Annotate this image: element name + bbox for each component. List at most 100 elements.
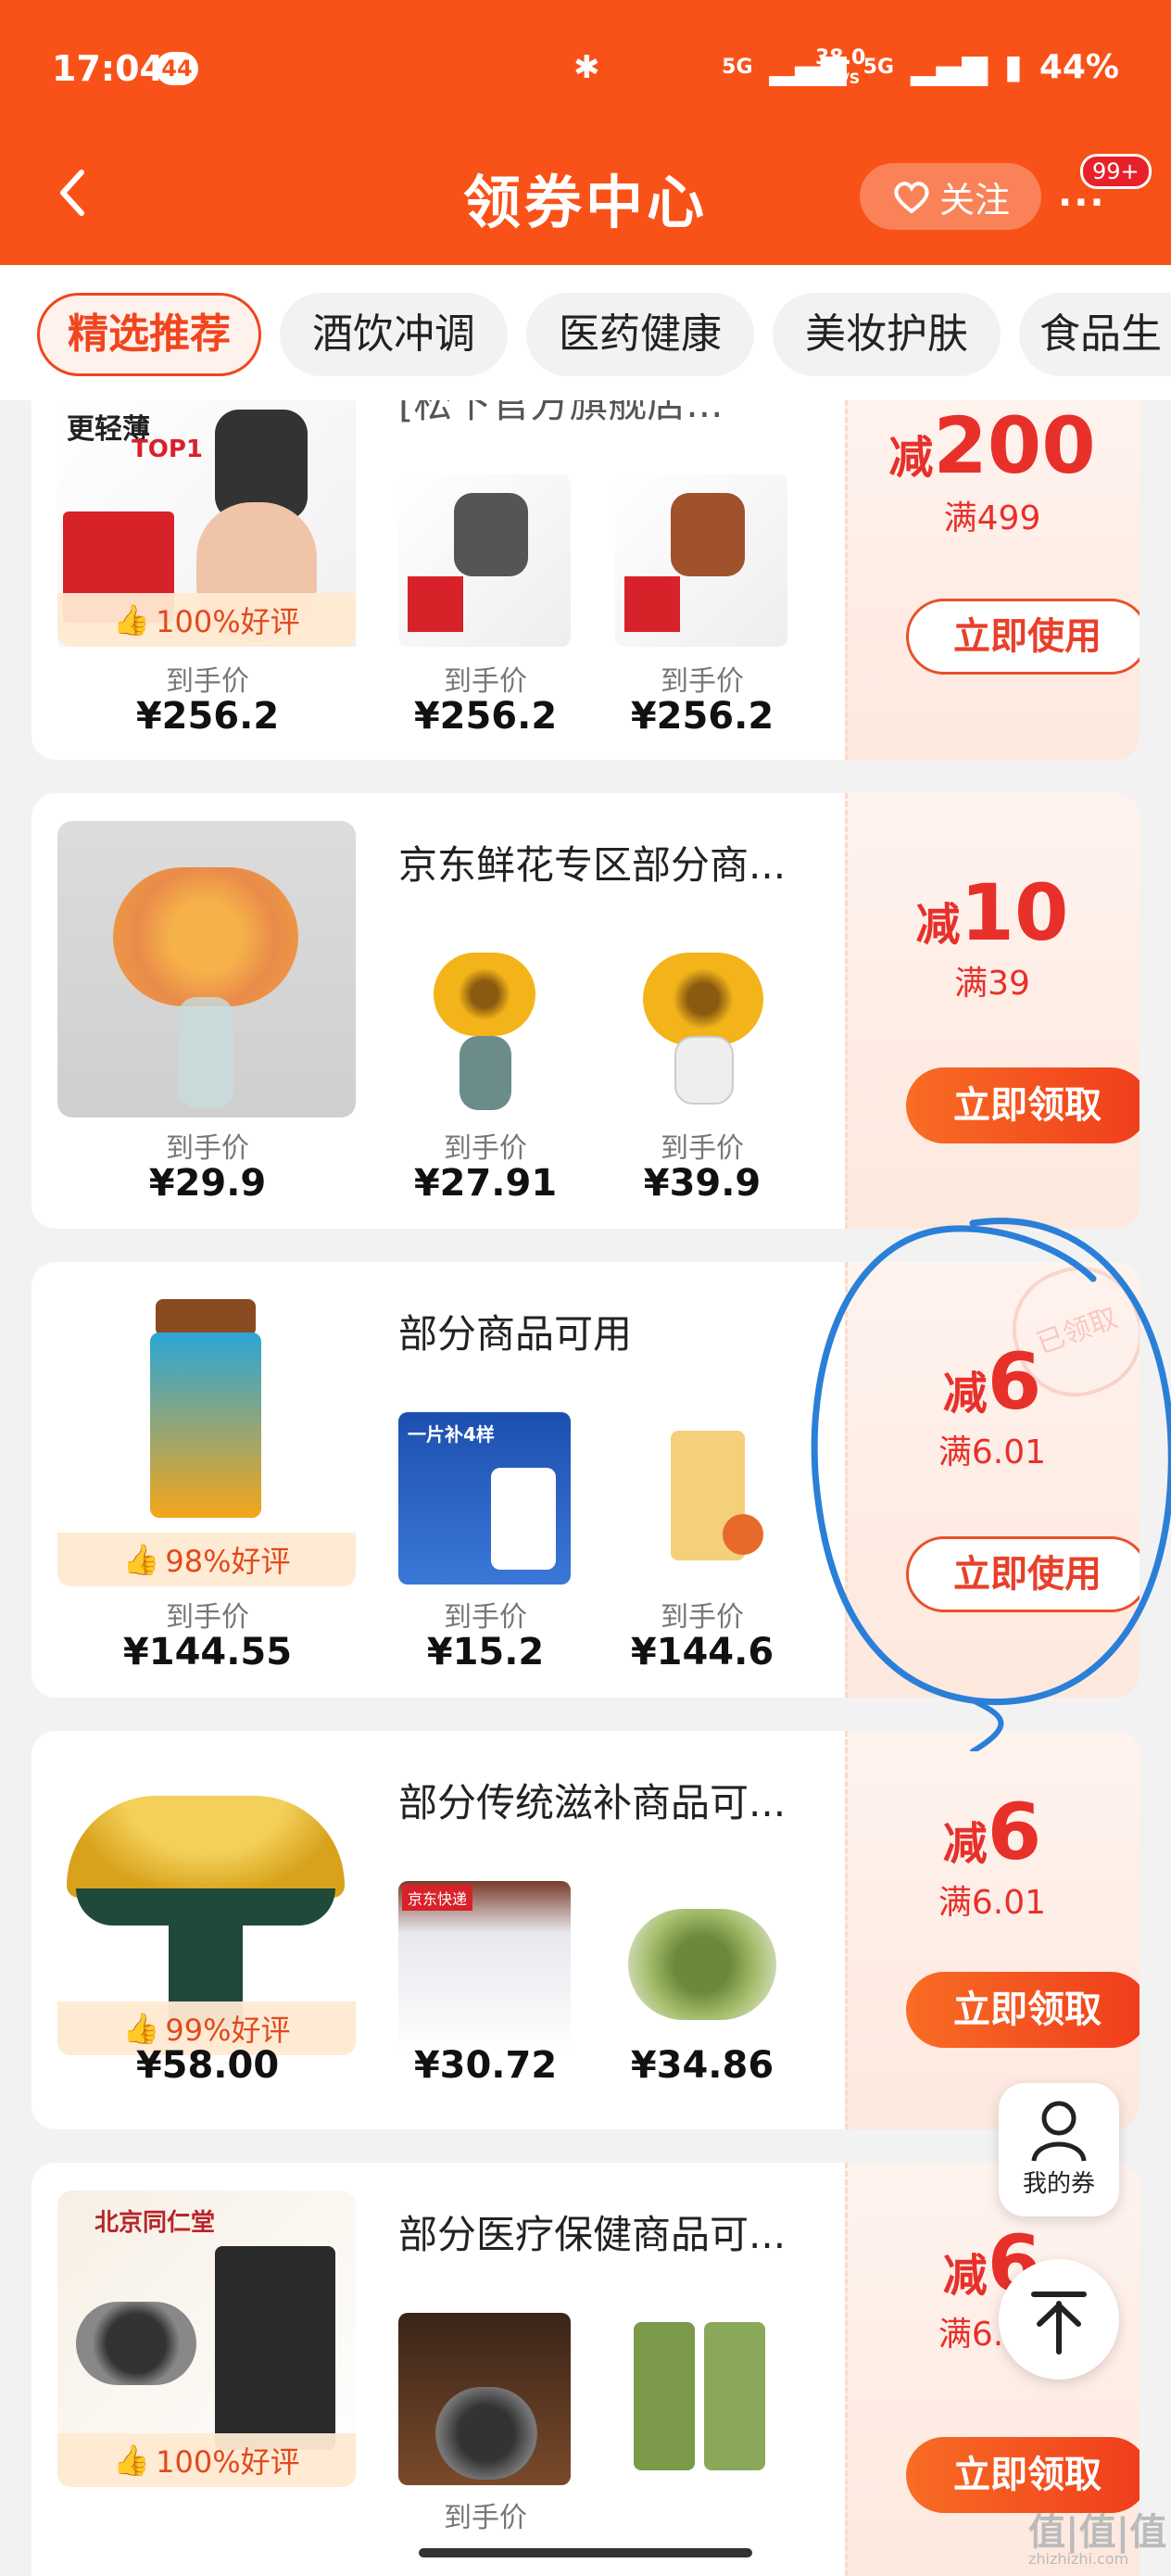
signal-bars-icon-2: ▂▄▆ <box>910 48 988 86</box>
coupon-card[interactable]: [松下官方旗舰店... 更轻薄 TOP1 👍 100%好评 到手价 ¥256.2 … <box>31 400 1140 760</box>
coupon-card[interactable]: 京东鲜花专区部分商... 到手价 ¥29.9 到手价 ¥27.91 到手价 ¥3… <box>31 793 1140 1229</box>
claim-now-button[interactable]: 立即领取 <box>906 1067 1140 1143</box>
product-image[interactable]: 一片补4样 <box>398 1412 571 1585</box>
price-label: 到手价 <box>661 665 744 698</box>
price-label: 到手价 <box>444 2502 527 2534</box>
price-label: 到手价 <box>444 665 527 698</box>
card-title: 京东鲜花专区部分商... <box>398 842 787 888</box>
arrow-up-icon <box>1031 2292 1087 2355</box>
rating-text: 100%好评 <box>156 604 300 639</box>
coupon-value: 200 <box>933 400 1096 491</box>
product-image[interactable]: 京东快递 <box>398 1881 571 2053</box>
user-icon <box>1031 2101 1087 2162</box>
product-image-text-2: TOP1 <box>132 436 203 463</box>
price: ¥58.00 <box>135 2044 280 2087</box>
thumbs-up-icon: 👍 <box>113 602 151 638</box>
status-right: ✱ 5G ▂▄▆ 5G ▂▄▆ ▮ 44% <box>573 48 1119 86</box>
watermark: 值|值|值 <box>1028 2511 1167 2554</box>
product-image[interactable] <box>615 1881 787 2053</box>
product-image-text: 一片补4样 <box>408 1423 495 1446</box>
header: 17:04 44 38.0 KB/S ✱ 5G ▂▄▆ 5G ▂▄▆ ▮ 44%… <box>0 0 1171 265</box>
rating-badge: 👍 100%好评 <box>57 593 356 647</box>
price-label: 到手价 <box>661 1601 744 1634</box>
category-tabs: 精选推荐 酒饮冲调 医药健康 美妆护肤 食品生 <box>0 265 1171 400</box>
product-image[interactable] <box>615 2313 787 2485</box>
coupon-amount: 减10 <box>845 867 1140 958</box>
price-label: 到手价 <box>444 1601 527 1634</box>
home-indicator[interactable] <box>419 2548 752 2557</box>
price: ¥144.55 <box>122 1631 293 1673</box>
battery-level: 44% <box>1039 48 1119 86</box>
product-image-text: 京东快递 <box>402 1885 473 1911</box>
price-label: 到手价 <box>661 1132 744 1165</box>
my-coupons-button[interactable]: 我的券 <box>999 2083 1119 2216</box>
coupon-prefix: 减 <box>942 1818 988 1870</box>
product-image-main[interactable] <box>57 821 356 1118</box>
coupon-amount: 减200 <box>845 400 1140 491</box>
follow-label: 关注 <box>938 179 1010 221</box>
tab-health[interactable]: 医药健康 <box>526 293 754 376</box>
price: ¥256.2 <box>135 695 280 738</box>
use-now-button[interactable]: 立即使用 <box>906 599 1140 675</box>
price: ¥29.9 <box>148 1162 267 1205</box>
status-time: 17:04 <box>52 48 164 89</box>
coupon-value: 6 <box>987 1787 1042 1877</box>
claim-now-button[interactable]: 立即领取 <box>906 1972 1140 2048</box>
price: ¥256.2 <box>413 695 558 738</box>
coupon-stub <box>845 793 1140 1229</box>
price-label: 到手价 <box>166 665 249 698</box>
tab-beauty[interactable]: 美妆护肤 <box>773 293 1001 376</box>
price: ¥256.2 <box>630 695 774 738</box>
rating-text: 98%好评 <box>165 1544 291 1579</box>
battery-icon: ▮ <box>1004 48 1023 86</box>
thumbs-up-icon: 👍 <box>113 2443 151 2478</box>
tab-food[interactable]: 食品生 <box>1019 293 1171 376</box>
tab-featured[interactable]: 精选推荐 <box>37 293 261 376</box>
watermark-site: zhizhizhi.com <box>1028 2550 1129 2568</box>
price: ¥39.9 <box>643 1162 762 1205</box>
product-image[interactable] <box>398 474 571 647</box>
product-image-text: 北京同仁堂 <box>94 2209 216 2237</box>
coupon-condition: 满499 <box>943 499 1041 537</box>
follow-button[interactable]: 关注 <box>860 163 1041 230</box>
coupon-card[interactable]: 👍 99%好评 部分传统滋补商品可... 京东快递 ¥58.00 ¥30.72 ¥… <box>31 1731 1140 2129</box>
coupon-prefix: 减 <box>915 899 961 951</box>
scroll-to-top-button[interactable] <box>999 2259 1119 2380</box>
tab-drinks[interactable]: 酒饮冲调 <box>280 293 508 376</box>
coupon-value: 10 <box>960 867 1069 958</box>
signal-5g-icon-2: 5G <box>863 56 894 79</box>
product-image[interactable] <box>615 474 787 647</box>
coupon-amount: 减6 <box>845 1787 1140 1877</box>
signal-5g-icon: 5G <box>722 56 753 79</box>
card-title: 部分商品可用 <box>398 1311 633 1357</box>
coupon-prefix: 减 <box>942 2250 988 2302</box>
signal-bars-icon: ▂▄▆ <box>769 48 847 86</box>
bluetooth-icon: ✱ <box>573 48 600 86</box>
coupon-prefix: 减 <box>888 432 934 484</box>
card-title: 部分医疗保健商品可... <box>398 2212 787 2257</box>
my-coupons-label: 我的券 <box>1022 2170 1095 2198</box>
coupon-card[interactable]: 北京同仁堂 👍 100%好评 部分医疗保健商品可... 到手价 减6 满6.01 … <box>31 2163 1140 2576</box>
card-title: [松下官方旗舰店... <box>398 400 724 426</box>
thumbs-up-icon: 👍 <box>122 2011 160 2046</box>
product-image[interactable] <box>615 943 787 1116</box>
price: ¥15.2 <box>426 1631 545 1673</box>
price: ¥27.91 <box>413 1162 558 1205</box>
rating-badge: 👍 100%好评 <box>57 2433 356 2487</box>
product-image[interactable] <box>615 1412 787 1585</box>
status-bar: 17:04 44 38.0 KB/S ✱ 5G ▂▄▆ 5G ▂▄▆ ▮ 44% <box>0 0 1171 139</box>
annotation-circle <box>811 1218 1171 1751</box>
coupon-condition: 满6.01 <box>938 1884 1047 1922</box>
price-label: 到手价 <box>444 1132 527 1165</box>
heart-plus-icon <box>894 182 929 214</box>
price-label: 到手价 <box>166 1601 249 1634</box>
thumbs-up-icon: 👍 <box>122 1542 160 1577</box>
price: ¥144.6 <box>630 1631 774 1673</box>
price: ¥34.86 <box>630 2044 774 2087</box>
card-title: 部分传统滋补商品可... <box>398 1780 787 1825</box>
coupon-condition: 满39 <box>954 965 1030 1003</box>
product-image[interactable] <box>398 2313 571 2485</box>
product-image[interactable] <box>398 943 571 1116</box>
rating-text: 100%好评 <box>156 2444 300 2480</box>
message-badge: 99+ <box>1080 154 1152 189</box>
